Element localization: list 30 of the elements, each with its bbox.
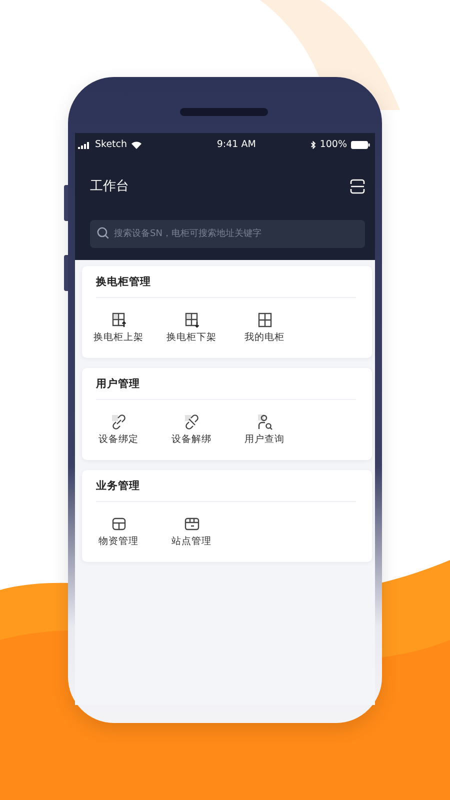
- signal-icon: [78, 142, 91, 148]
- carrier-name: Sketch: [95, 138, 128, 152]
- bluetooth-icon: [310, 141, 316, 149]
- cabinet-up-icon: [110, 312, 126, 328]
- section-title: 业务管理: [95, 478, 141, 494]
- menu-item[interactable]: 用户查询: [228, 414, 301, 448]
- scan-icon[interactable]: [350, 179, 365, 194]
- section-title: 用户管理: [94, 376, 141, 392]
- menu-item[interactable]: 站点管理: [155, 516, 228, 550]
- menu-item[interactable]: 我的电柜: [228, 312, 301, 346]
- unlink-icon: [184, 414, 200, 430]
- search-field[interactable]: 搜索设备SN，电柜可搜索地址关键字: [90, 220, 365, 248]
- user-search-icon: [256, 414, 272, 430]
- menu-item[interactable]: 设备绑定: [82, 414, 155, 448]
- menu-item[interactable]: 换电柜上架: [82, 312, 155, 346]
- store-icon: [184, 516, 200, 532]
- page-title: 工作台: [90, 178, 129, 196]
- battery-icon: [351, 141, 370, 149]
- wifi-icon: [131, 141, 142, 149]
- section-title: 换电柜管理: [94, 274, 152, 290]
- link-icon: [110, 414, 126, 430]
- battery-percent: 100%: [320, 138, 347, 152]
- cabinet-down-icon: [184, 312, 200, 328]
- search-icon: [97, 226, 109, 238]
- box-icon: [110, 516, 126, 532]
- cabinet-icon: [256, 312, 272, 328]
- menu-item[interactable]: 换电柜下架: [155, 312, 228, 346]
- status-time: 9:41 AM: [216, 138, 256, 152]
- menu-item[interactable]: 物资管理: [82, 516, 155, 550]
- menu-item[interactable]: 设备解绑: [155, 414, 228, 448]
